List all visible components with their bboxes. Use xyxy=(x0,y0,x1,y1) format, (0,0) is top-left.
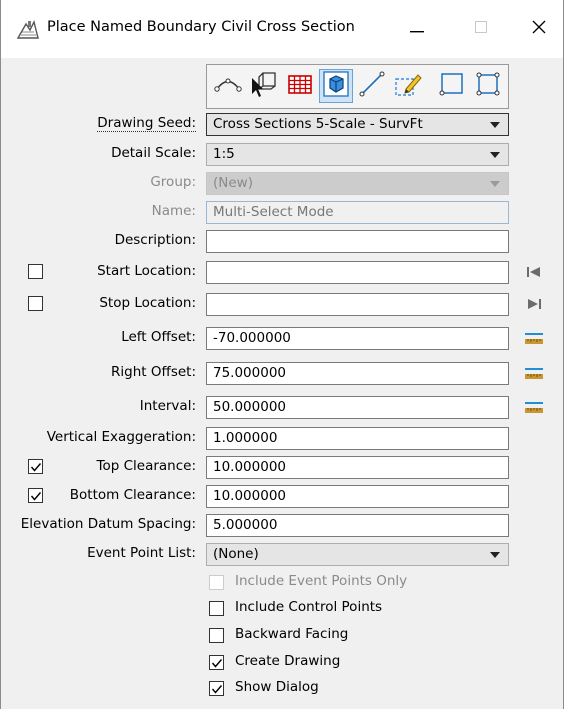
edit-pencil-icon xyxy=(393,70,423,102)
stop-location-field[interactable] xyxy=(206,293,509,316)
tool-shape-corners[interactable] xyxy=(471,69,505,103)
elevation-datum-spacing-label: Elevation Datum Spacing: xyxy=(20,516,196,532)
go-to-start-icon[interactable] xyxy=(523,262,545,282)
checkmark-icon xyxy=(30,492,42,501)
dialog-window: Place Named Boundary Civil Cross Section xyxy=(0,0,564,709)
chevron-down-icon xyxy=(490,122,500,128)
maximize-icon xyxy=(475,21,487,37)
start-location-field[interactable] xyxy=(206,261,509,284)
event-point-list-value: (None) xyxy=(213,546,259,562)
line-icon xyxy=(358,70,386,102)
right-offset-field[interactable]: 75.000000 xyxy=(206,362,509,385)
go-to-end-icon[interactable] xyxy=(523,294,545,314)
top-clearance-checkbox[interactable] xyxy=(28,459,43,474)
group-dropdown: (New) xyxy=(206,172,509,195)
checkmark-icon xyxy=(30,463,42,472)
window-title: Place Named Boundary Civil Cross Section xyxy=(47,19,355,35)
vertical-exaggeration-label: Vertical Exaggeration: xyxy=(46,429,196,445)
checkmark-icon xyxy=(211,685,223,694)
include-control-points-label: Include Control Points xyxy=(235,599,383,615)
shape-corners-icon xyxy=(474,70,502,102)
select-element-icon xyxy=(249,70,279,102)
bottom-clearance-field[interactable]: 10.000000 xyxy=(206,485,509,508)
backward-facing-label: Backward Facing xyxy=(235,626,349,642)
path-curve-icon xyxy=(214,72,242,100)
interval-field[interactable]: 50.000000 xyxy=(206,396,509,419)
top-clearance-field[interactable]: 10.000000 xyxy=(206,456,509,479)
method-toolbar xyxy=(206,64,509,109)
maximize-button[interactable] xyxy=(461,13,501,45)
detail-scale-value: 1:5 xyxy=(213,146,235,162)
civil-cross-section-icon xyxy=(16,18,40,40)
include-control-points-checkbox[interactable] xyxy=(209,601,224,616)
include-event-points-only-checkbox xyxy=(209,575,224,590)
description-field[interactable] xyxy=(206,230,509,253)
tool-path-curve[interactable] xyxy=(211,69,245,103)
show-dialog-checkbox[interactable] xyxy=(209,681,224,696)
detail-scale-label: Detail Scale: xyxy=(111,145,196,161)
drawing-seed-label: Drawing Seed: xyxy=(97,115,196,132)
name-field: Multi-Select Mode xyxy=(206,201,509,224)
show-dialog-label: Show Dialog xyxy=(235,679,319,695)
bottom-clearance-checkbox[interactable] xyxy=(28,488,43,503)
measure-ruler-icon[interactable] xyxy=(523,363,545,383)
left-offset-label: Left Offset: xyxy=(121,329,196,345)
elevation-datum-spacing-field[interactable]: 5.000000 xyxy=(206,514,509,537)
create-drawing-checkbox[interactable] xyxy=(209,655,224,670)
interval-label: Interval: xyxy=(139,398,196,414)
top-clearance-label: Top Clearance: xyxy=(96,458,196,474)
minimize-button[interactable] xyxy=(397,13,437,45)
stop-location-checkbox[interactable] xyxy=(28,296,43,311)
detail-scale-dropdown[interactable]: 1:5 xyxy=(206,143,509,166)
left-offset-field[interactable]: -70.000000 xyxy=(206,327,509,350)
group-label: Group: xyxy=(150,174,196,190)
event-point-list-label: Event Point List: xyxy=(87,545,196,561)
drawing-seed-dropdown[interactable]: Cross Sections 5-Scale - SurvFt xyxy=(206,113,509,136)
backward-facing-checkbox[interactable] xyxy=(209,628,224,643)
chevron-down-icon xyxy=(490,181,500,187)
tool-cube-3d[interactable] xyxy=(319,69,353,103)
minimize-icon xyxy=(410,21,424,37)
tool-edit-pencil[interactable] xyxy=(391,69,425,103)
close-button[interactable] xyxy=(519,13,559,45)
create-drawing-label: Create Drawing xyxy=(235,653,341,669)
rectangle-icon xyxy=(438,70,466,102)
tool-rectangle[interactable] xyxy=(435,69,469,103)
measure-ruler-icon[interactable] xyxy=(523,328,545,348)
tool-select-element[interactable] xyxy=(247,69,281,103)
group-value: (New) xyxy=(213,175,253,191)
event-point-list-dropdown[interactable]: (None) xyxy=(206,543,509,566)
measure-ruler-icon[interactable] xyxy=(523,397,545,417)
tool-grid-table[interactable] xyxy=(283,69,317,103)
start-location-label: Start Location: xyxy=(97,263,196,279)
drawing-seed-value: Cross Sections 5-Scale - SurvFt xyxy=(213,116,423,132)
name-label: Name: xyxy=(151,203,196,219)
stop-location-label: Stop Location: xyxy=(99,295,196,311)
checkmark-icon xyxy=(211,659,223,668)
grid-table-icon xyxy=(286,72,314,100)
cube-3d-icon xyxy=(322,70,350,102)
tool-line[interactable] xyxy=(355,69,389,103)
include-event-points-only-label: Include Event Points Only xyxy=(235,573,408,589)
vertical-exaggeration-field[interactable]: 1.000000 xyxy=(206,427,509,450)
chevron-down-icon xyxy=(490,152,500,158)
chevron-down-icon xyxy=(490,552,500,558)
bottom-clearance-label: Bottom Clearance: xyxy=(69,487,196,503)
description-label: Description: xyxy=(114,232,196,248)
title-bar[interactable]: Place Named Boundary Civil Cross Section xyxy=(1,0,563,58)
start-location-checkbox[interactable] xyxy=(28,264,43,279)
right-offset-label: Right Offset: xyxy=(111,364,196,380)
close-icon xyxy=(532,20,546,38)
